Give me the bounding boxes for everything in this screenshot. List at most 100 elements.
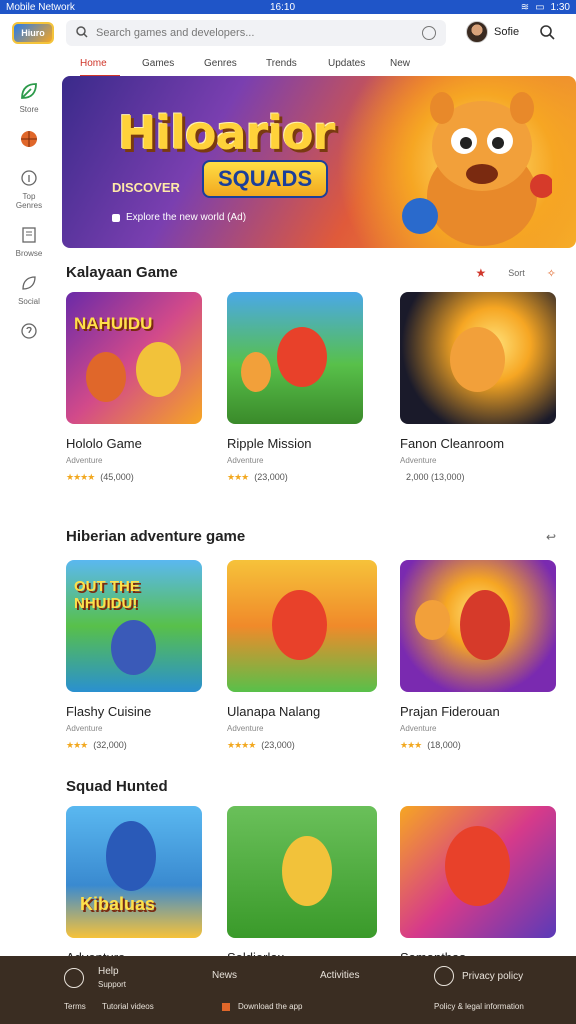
sort-label[interactable]: Sort <box>508 268 525 278</box>
game-title[interactable]: Prajan Fiderouan <box>400 704 540 719</box>
footer-news[interactable]: News <box>212 970 237 981</box>
info-icon <box>18 167 40 189</box>
footer-privacy-detail[interactable]: Policy & legal information <box>434 1002 524 1011</box>
app-logo-text: Hiuro <box>21 28 45 38</box>
tab-trends[interactable]: Trends <box>266 54 328 77</box>
rating-count: (23,000) <box>261 740 295 750</box>
mascot-illustration <box>402 92 552 246</box>
game-genre: Adventure <box>66 456 103 465</box>
character-illustration <box>445 826 510 906</box>
sidebar-item-top-genres[interactable]: Top Genres <box>0 167 58 210</box>
footer-terms[interactable]: Terms <box>64 1002 86 1011</box>
footer-policy-label: Privacy policy <box>462 970 524 982</box>
search-placeholder: Search games and developers... <box>96 27 255 39</box>
hero-caption: Explore the new world (Ad) <box>112 212 246 223</box>
refresh-icon[interactable] <box>422 26 436 40</box>
footer-download-label: Download the app <box>238 1002 303 1011</box>
game-card[interactable]: Ulanapa Nalang Adventure ★★★★ (23,000) <box>227 560 377 751</box>
tab-home[interactable]: Home <box>80 54 120 77</box>
check-icon <box>434 966 454 986</box>
game-thumbnail[interactable] <box>400 560 556 692</box>
game-thumbnail[interactable]: NAHUIDU <box>66 292 202 424</box>
sidebar-item-label: Top Genres <box>15 192 43 210</box>
game-thumbnail[interactable] <box>227 292 363 424</box>
sidebar-item-sports[interactable] <box>0 128 58 153</box>
hero-banner[interactable]: Hiloarior SQUADS DISCOVER Explore the ne… <box>62 76 576 248</box>
footer-help[interactable]: Help Support <box>64 966 126 989</box>
character-illustration <box>282 836 332 906</box>
footer-tutorials[interactable]: Tutorial videos <box>102 1002 154 1011</box>
game-title[interactable]: Ripple Mission <box>227 436 367 451</box>
game-thumbnail[interactable]: OUT THE NHUIDU! <box>66 560 202 692</box>
sidebar-item-label: Browse <box>15 249 43 258</box>
game-card[interactable]: NAHUIDU Hololo Game Adventure ★★★★ (45,00… <box>66 292 206 483</box>
sidebar-item-help[interactable] <box>0 320 58 345</box>
tab-genres[interactable]: Genres <box>204 54 266 77</box>
star-icon[interactable]: ★ <box>476 266 487 280</box>
hero-subtitle: SQUADS <box>202 160 329 198</box>
help-icon <box>18 320 40 342</box>
rating-stars: ★★★ <box>400 740 422 750</box>
section-actions-1: ★ Sort ✧ <box>476 266 557 280</box>
footer-policy[interactable]: Privacy policy <box>434 966 523 986</box>
sidebar-item-label: Store <box>19 105 39 114</box>
game-genre: Adventure <box>227 724 264 733</box>
arrow-icon[interactable]: ↩ <box>546 530 556 544</box>
game-card[interactable]: OUT THE NHUIDU! Flashy Cuisine Adventure… <box>66 560 206 751</box>
footer-download[interactable]: Download the app <box>222 1002 303 1011</box>
game-title[interactable]: Hololo Game <box>66 436 206 451</box>
user-menu[interactable]: Sofie <box>466 21 519 43</box>
download-icon <box>222 1002 230 1011</box>
footer-activities-label: Activities <box>320 970 360 981</box>
rating-stars: ★★★★ <box>227 740 256 750</box>
game-genre: Adventure <box>66 724 103 733</box>
thumbnail-title: NAHUIDU <box>74 314 153 333</box>
game-thumbnail[interactable] <box>227 806 377 938</box>
game-card[interactable]: Ripple Mission Adventure ★★★ (23,000) <box>227 292 367 483</box>
footer-help-sub: Support <box>98 980 127 989</box>
section-title-2: Hiberian adventure game <box>66 528 246 545</box>
footer-privacy-detail-label: Policy & legal information <box>434 1002 524 1011</box>
avatar[interactable] <box>466 21 488 43</box>
game-title[interactable]: Fanon Cleanroom <box>400 436 540 451</box>
game-thumbnail[interactable] <box>227 560 377 692</box>
game-thumbnail[interactable]: Kibaluas <box>66 806 202 938</box>
status-network: Mobile Network <box>6 1 75 13</box>
game-card[interactable]: Fanon Cleanroom Adventure 2,000 (13,000) <box>400 292 556 482</box>
status-time: 16:10 <box>270 1 296 13</box>
game-thumbnail[interactable] <box>400 292 556 424</box>
tab-new[interactable]: New <box>390 54 452 77</box>
sparkle-icon[interactable]: ✧ <box>547 267 556 280</box>
sidebar-item-browse[interactable]: Browse <box>0 224 58 258</box>
footer: Help Support News Activities Privacy pol… <box>0 956 576 1024</box>
character-illustration <box>460 590 510 660</box>
game-title[interactable]: Flashy Cuisine <box>66 704 206 719</box>
character-illustration <box>86 352 126 402</box>
sidebar-item-store[interactable]: Store <box>0 80 58 114</box>
character-illustration <box>136 342 181 397</box>
document-icon <box>18 224 40 246</box>
rating-stars: ★★★★ <box>66 472 95 482</box>
game-card[interactable]: Prajan Fiderouan Adventure ★★★ (18,000) <box>400 560 556 751</box>
footer-activities[interactable]: Activities <box>320 970 359 981</box>
hero-caption-text: Explore the new world (Ad) <box>126 212 247 223</box>
search-input[interactable]: Search games and developers... <box>66 20 446 46</box>
game-thumbnail[interactable] <box>400 806 556 938</box>
game-card[interactable]: Samanthas <box>400 806 556 965</box>
character-illustration <box>450 327 505 392</box>
app-logo[interactable]: Hiuro <box>12 22 54 44</box>
tab-games[interactable]: Games <box>142 54 204 77</box>
hero-tag: DISCOVER <box>112 180 180 195</box>
sidebar-item-social[interactable]: Social <box>0 272 58 306</box>
top-bar: Hiuro Search games and developers... Sof… <box>0 14 576 52</box>
game-rating: 2,000 (13,000) <box>400 472 540 482</box>
status-bar: Mobile Network 16:10 ≋ ▭ 1:30 <box>0 0 576 14</box>
search-button[interactable] <box>539 24 557 42</box>
game-rating: ★★★★ (23,000) <box>227 740 367 751</box>
game-title[interactable]: Ulanapa Nalang <box>227 704 367 719</box>
game-card[interactable]: Soldierlax <box>227 806 377 965</box>
support-icon <box>64 967 84 988</box>
tab-updates[interactable]: Updates <box>328 54 390 77</box>
character-illustration <box>111 620 156 675</box>
game-card[interactable]: Kibaluas Adventure <box>66 806 206 965</box>
